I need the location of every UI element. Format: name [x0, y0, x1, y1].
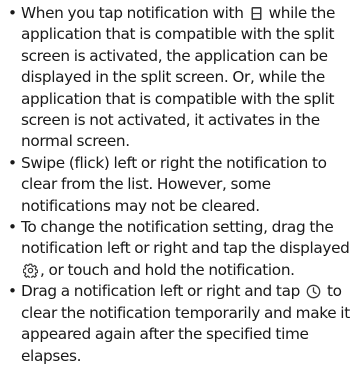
clock-icon	[306, 284, 321, 299]
item-text-before-icon: To change the notification setting, drag…	[21, 218, 350, 258]
item-text-before-icon: Drag a notification left or right and ta…	[21, 282, 304, 301]
split-screen-icon	[250, 6, 263, 21]
gear-icon	[23, 263, 38, 278]
bullet-marker: •	[8, 153, 17, 172]
item-text: Swipe (flick) left or right the notifica…	[21, 153, 327, 215]
item-text-after-icon: , or touch and hold the notification.	[40, 260, 295, 279]
item-text-before-icon: When you tap notification with	[21, 4, 248, 22]
list-item: • To change the notification setting, dr…	[8, 217, 353, 281]
item-text-after-icon: while the application that is compatible…	[21, 4, 336, 151]
list-item: • When you tap notification with while t…	[8, 3, 353, 153]
bullet-marker: •	[8, 282, 17, 301]
list-item: • Drag a notification left or right and …	[8, 281, 353, 367]
instruction-document: • When you tap notification with while t…	[0, 0, 359, 365]
bullet-marker: •	[8, 4, 17, 22]
bullet-list: • When you tap notification with while t…	[8, 3, 353, 367]
bullet-marker: •	[8, 218, 17, 237]
list-item: • Swipe (flick) left or right the notifi…	[8, 153, 353, 217]
